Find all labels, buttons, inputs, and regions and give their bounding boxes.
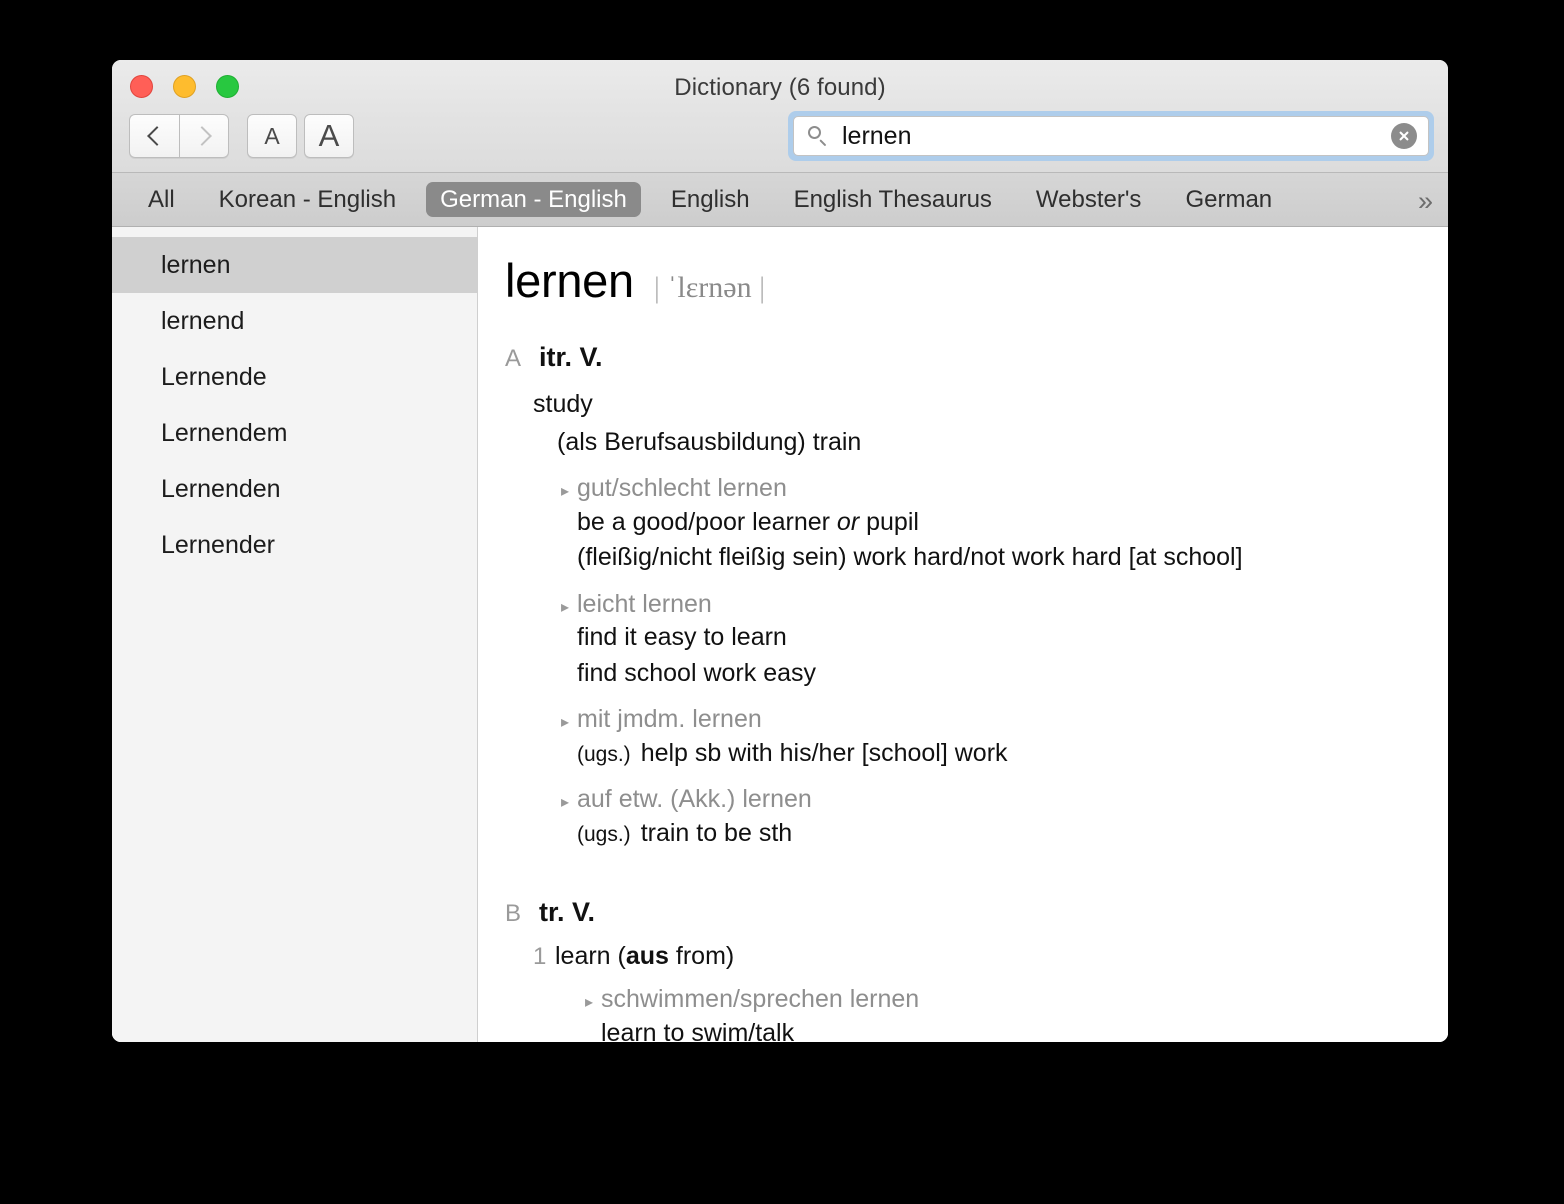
phrase-block-a-4: ▸ auf etw. (Akk.) lernen (ugs.) train to …: [561, 783, 1418, 851]
translation-a-1-1-or: or: [837, 508, 859, 536]
navigation-button-group: [129, 114, 229, 158]
search-field-focus-ring: lernen: [788, 111, 1434, 161]
triangle-bullet-icon: ▸: [561, 795, 577, 811]
triangle-bullet-icon: ▸: [585, 995, 601, 1011]
register-label-a-4: (ugs.): [577, 823, 631, 846]
phrase-a-3-text: mit jmdm. lernen: [577, 703, 762, 736]
translation-a-2-2: find school work easy: [577, 656, 1418, 692]
phrase-a-4[interactable]: ▸ auf etw. (Akk.) lernen: [561, 783, 1418, 816]
increase-font-size-button[interactable]: A: [304, 114, 354, 158]
tab-korean-english[interactable]: Korean - English: [205, 182, 410, 217]
phrase-a-1[interactable]: ▸ gut/schlecht lernen: [561, 472, 1418, 505]
decrease-font-size-button[interactable]: A: [247, 114, 297, 158]
phrase-block-a-1: ▸ gut/schlecht lernen be a good/poor lea…: [561, 472, 1418, 576]
sense-header-a: A itr. V.: [505, 342, 1418, 373]
ipa-open-bar: |: [654, 271, 660, 304]
phrase-b-1[interactable]: ▸ schwimmen/sprechen lernen: [585, 983, 1418, 1016]
definition-a-2: (als Berufsausbildung) train: [557, 425, 1418, 461]
search-field[interactable]: lernen: [793, 116, 1429, 156]
triangle-bullet-icon: ▸: [561, 715, 577, 731]
sidebar-item-lernenden[interactable]: Lernenden: [112, 461, 477, 517]
phrase-block-b-1: ▸ schwimmen/sprechen lernen learn to swi…: [585, 983, 1418, 1042]
small-a-icon: A: [264, 123, 279, 150]
translation-a-3-1: (ugs.) help sb with his/her [school] work: [577, 736, 1418, 772]
definition-pane: lernen | ˈlɛrnən | A itr. V. study (als …: [478, 227, 1448, 1042]
translation-a-4-1-text: train to be sth: [641, 819, 792, 847]
dictionary-tab-bar: All Korean - English German - English En…: [112, 173, 1448, 227]
sense-header-b: B tr. V.: [505, 897, 1418, 928]
sidebar-item-lernende[interactable]: Lernende: [112, 349, 477, 405]
sidebar-item-lernender[interactable]: Lernender: [112, 517, 477, 573]
tab-all[interactable]: All: [134, 182, 189, 217]
ipa-text: ˈlɛrnən: [667, 271, 751, 304]
sense-letter-a: A: [505, 345, 539, 373]
ipa-close-bar: |: [759, 271, 765, 304]
definition-a-1: study: [533, 387, 1418, 423]
pronunciation: | ˈlɛrnən |: [654, 271, 765, 305]
sense-b-1-before: learn (: [555, 942, 626, 970]
title-bar: Dictionary (6 found) A A: [112, 60, 1448, 173]
translation-a-2-1: find it easy to learn: [577, 620, 1418, 656]
sense-pos-a: itr. V.: [539, 342, 603, 373]
window-body: lernen lernend Lernende Lernendem Lernen…: [112, 227, 1448, 1042]
sense-b-1-after: from): [669, 942, 734, 970]
sense-number-b-1: 1: [533, 943, 555, 971]
tab-german-english[interactable]: German - English: [426, 182, 641, 217]
sense-b-1-bold: aus: [626, 942, 669, 970]
results-sidebar: lernen lernend Lernende Lernendem Lernen…: [112, 227, 478, 1042]
translation-a-1-1-a: be a good/poor learner: [577, 508, 837, 536]
triangle-bullet-icon: ▸: [561, 600, 577, 616]
headword: lernen: [505, 253, 634, 308]
translation-b-1-1: learn to swim/talk: [601, 1016, 1418, 1043]
window-title: Dictionary (6 found): [112, 74, 1448, 102]
tab-english-thesaurus[interactable]: English Thesaurus: [780, 182, 1006, 217]
triangle-bullet-icon: ▸: [561, 484, 577, 500]
phrase-block-a-2: ▸ leicht lernen find it easy to learn fi…: [561, 588, 1418, 692]
sense-pos-b: tr. V.: [539, 897, 595, 928]
sense-b-1-text: learn (aus from): [555, 942, 734, 971]
register-label-a-3: (ugs.): [577, 743, 631, 766]
translation-a-3-1-text: help sb with his/her [school] work: [641, 739, 1008, 767]
tab-websters[interactable]: Webster's: [1022, 182, 1156, 217]
headword-row: lernen | ˈlɛrnən |: [505, 253, 1418, 308]
tab-english[interactable]: English: [657, 182, 764, 217]
phrase-block-a-3: ▸ mit jmdm. lernen (ugs.) help sb with hi…: [561, 703, 1418, 771]
phrase-a-2-text: leicht lernen: [577, 588, 712, 621]
font-size-button-group: A A: [247, 114, 354, 158]
chevron-left-icon: [147, 126, 167, 146]
phrase-a-4-text: auf etw. (Akk.) lernen: [577, 783, 812, 816]
large-a-icon: A: [319, 118, 340, 154]
forward-button[interactable]: [179, 114, 229, 158]
numbered-sense-b-1: 1 learn (aus from): [533, 942, 1418, 971]
sidebar-item-lernen[interactable]: lernen: [112, 237, 477, 293]
dictionary-window: Dictionary (6 found) A A: [112, 60, 1448, 1042]
sidebar-item-lernendem[interactable]: Lernendem: [112, 405, 477, 461]
chevron-right-icon: [192, 126, 212, 146]
phrase-a-2[interactable]: ▸ leicht lernen: [561, 588, 1418, 621]
translation-a-1-1: be a good/poor learner or pupil: [577, 505, 1418, 541]
search-icon: [807, 125, 829, 147]
tab-overflow-chevron-icon[interactable]: »: [1418, 186, 1430, 217]
back-button[interactable]: [129, 114, 179, 158]
translation-a-1-1-b: pupil: [859, 508, 919, 536]
phrase-a-3[interactable]: ▸ mit jmdm. lernen: [561, 703, 1418, 736]
phrase-b-1-text: schwimmen/sprechen lernen: [601, 983, 919, 1016]
search-input[interactable]: lernen: [842, 124, 912, 149]
clear-search-icon[interactable]: [1391, 123, 1417, 149]
sense-letter-b: B: [505, 900, 539, 928]
toolbar: A A lernen: [112, 110, 1448, 166]
phrase-a-1-text: gut/schlecht lernen: [577, 472, 787, 505]
translation-a-1-2: (fleißig/nicht fleißig sein) work hard/n…: [577, 540, 1418, 576]
sidebar-item-lernend[interactable]: lernend: [112, 293, 477, 349]
tab-german[interactable]: German: [1171, 182, 1286, 217]
translation-a-4-1: (ugs.) train to be sth: [577, 816, 1418, 852]
